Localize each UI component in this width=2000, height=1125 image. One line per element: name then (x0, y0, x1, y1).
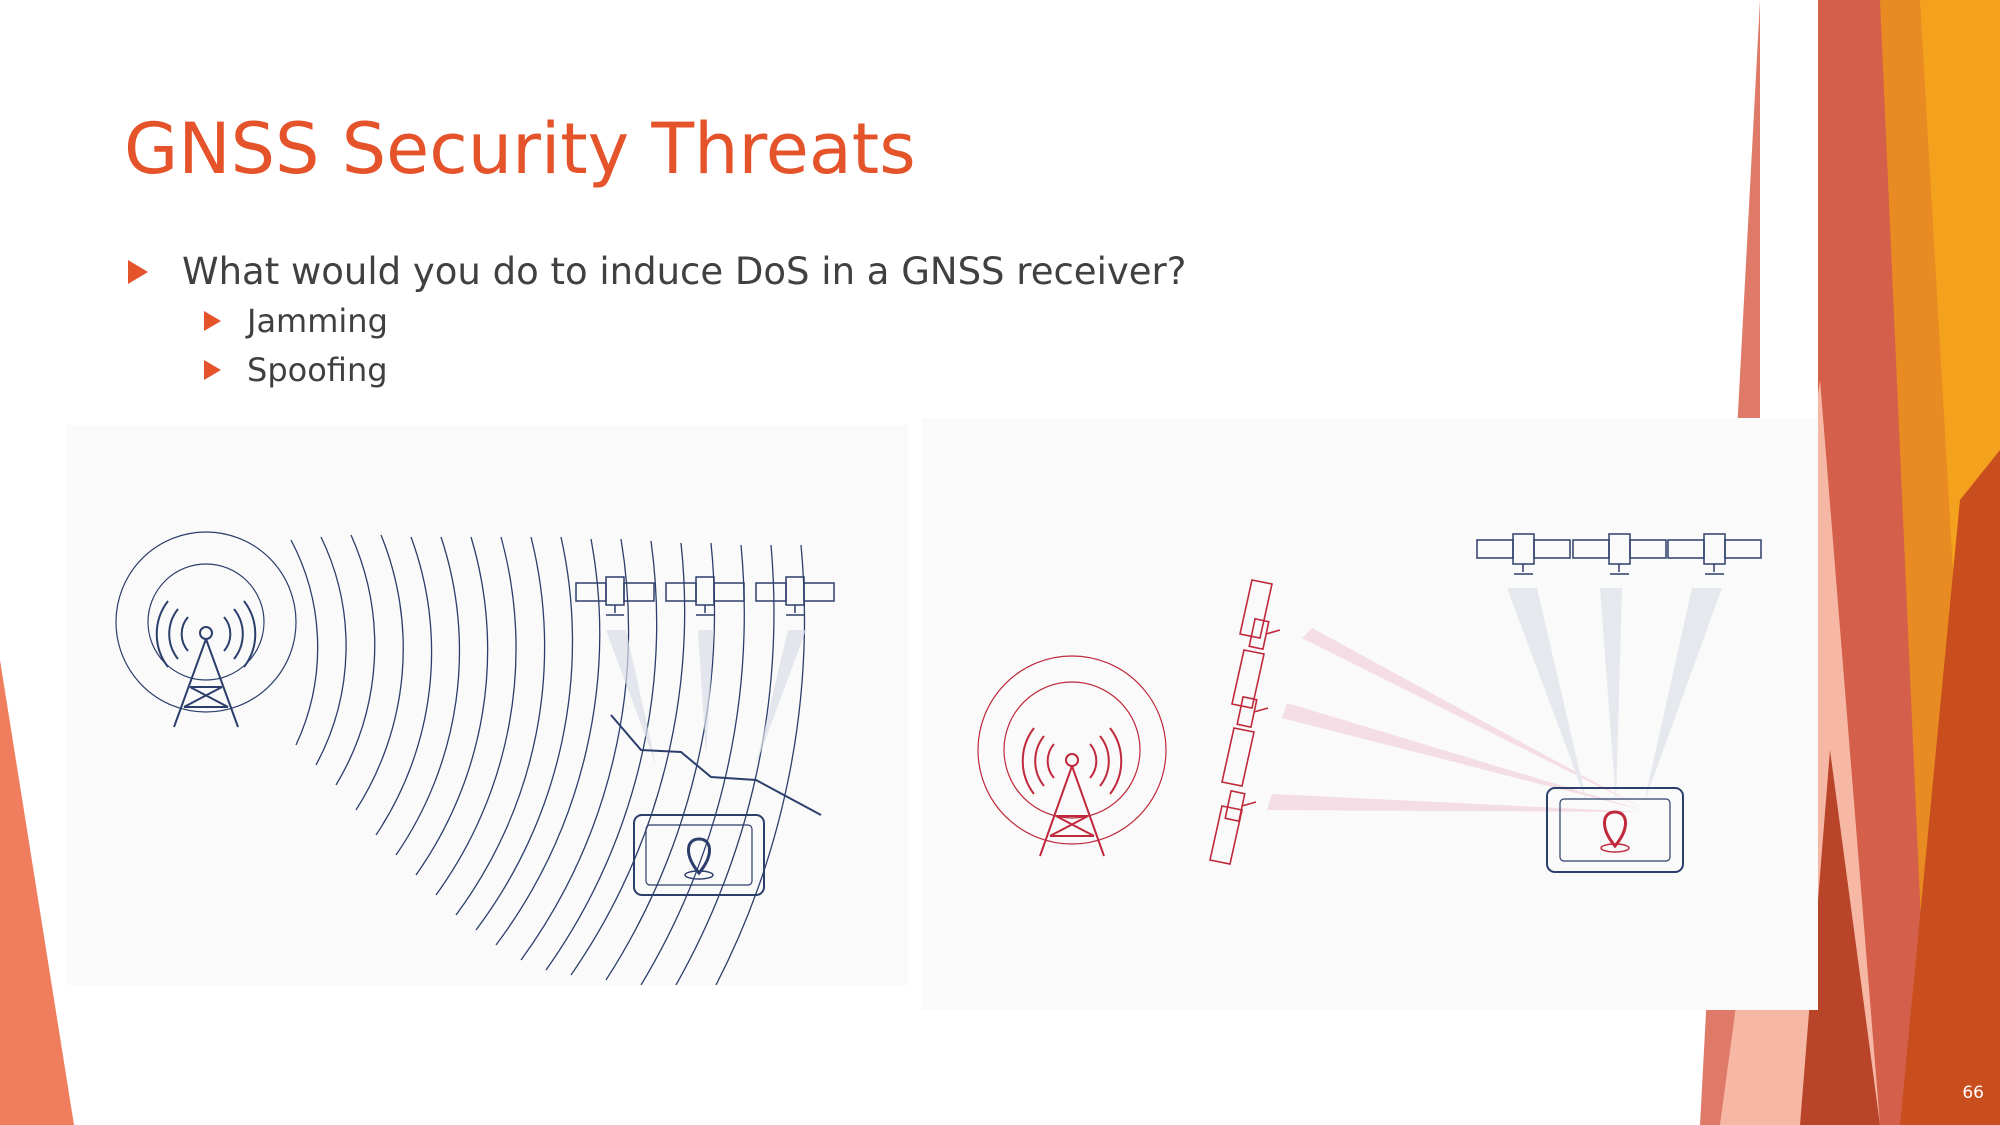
radio-tower-icon (115, 531, 297, 728)
jamming-illustration (66, 425, 908, 985)
satellite-icon (1476, 533, 1762, 575)
gps-receiver-icon (633, 814, 765, 896)
bullet-main: What would you do to induce DoS in a GNS… (128, 250, 1186, 293)
bullet-spoofing-text: Spoofing (247, 351, 388, 389)
radio-tower-icon (977, 655, 1167, 857)
bullet-jamming: Jamming (204, 302, 388, 340)
bullet-arrow-icon (204, 311, 221, 331)
bullet-arrow-icon (128, 259, 148, 284)
bullet-arrow-icon (204, 360, 221, 380)
gps-receiver-icon (1546, 787, 1684, 873)
slide-title: GNSS Security Threats (124, 108, 916, 190)
bullet-jamming-text: Jamming (247, 302, 388, 340)
spoofing-illustration (922, 418, 1818, 1010)
bullet-spoofing: Spoofing (204, 351, 388, 389)
satellite-icon (1209, 579, 1281, 865)
jamming-waves (290, 534, 806, 985)
location-pin-icon (1603, 810, 1627, 849)
slide: GNSS Security Threats What would you do … (0, 0, 2000, 1125)
satellite-icon (575, 576, 835, 616)
bullet-main-text: What would you do to induce DoS in a GNS… (182, 250, 1187, 293)
page-number: 66 (1962, 1083, 1984, 1103)
